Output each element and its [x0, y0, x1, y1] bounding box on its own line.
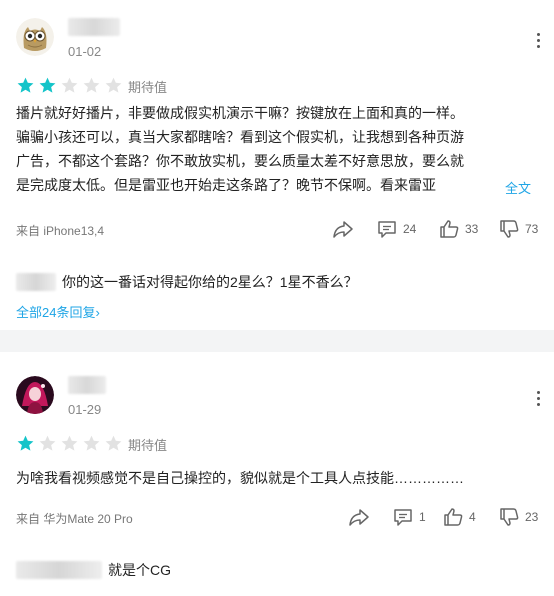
all-replies-link[interactable]: 全部24条回复›: [16, 302, 100, 321]
review-line: 骗骗小孩还可以，真当大家都瞎啥？看到这个假实机，让我想到各种页游: [16, 129, 464, 145]
comment-icon: [394, 509, 412, 526]
star-empty-icon: [83, 435, 100, 451]
review-card-1: 01-02 期待值 播片就好好播片，非要做成假实机演示干嘛？按键放在上面和真的一…: [0, 0, 554, 330]
expand-full-text-link[interactable]: 全文: [497, 178, 532, 197]
like-count: 4: [469, 510, 476, 524]
username-redacted[interactable]: [68, 18, 120, 36]
review-body[interactable]: 为啥我看视频感觉不是自己操控的，貌似就是个工具人点技能……………: [16, 466, 538, 490]
like-button[interactable]: 33: [438, 218, 478, 240]
like-count: 33: [465, 222, 479, 236]
username-redacted[interactable]: [68, 376, 106, 394]
star-empty-icon: [39, 435, 56, 451]
star-empty-icon: [83, 77, 100, 93]
review-line: 为啥我看视频感觉不是自己操控的，貌似就是个工具人点技能……………: [16, 470, 464, 486]
star-empty-icon: [105, 435, 122, 451]
all-replies-label: 全部24条回复: [16, 305, 96, 320]
card-separator: [0, 330, 554, 352]
dislike-count: 73: [525, 222, 539, 236]
more-options-button[interactable]: [528, 388, 548, 408]
thumb-up-icon: [440, 220, 459, 238]
review-date: 01-02: [68, 44, 102, 59]
star-rating: [16, 433, 126, 453]
star-rating: [16, 75, 126, 95]
reply-preview[interactable]: 你的这一番话对得起你给的2星么？1星不香么？: [16, 272, 358, 292]
reply-text: 你的这一番话对得起你给的2星么？1星不香么？: [62, 274, 358, 290]
star-empty-icon: [61, 77, 78, 93]
share-button[interactable]: [348, 506, 375, 528]
more-icon: [536, 32, 540, 36]
star-empty-icon: [61, 435, 78, 451]
star-filled-icon: [39, 77, 56, 93]
reply-author-redacted: [16, 273, 56, 291]
anime-avatar-icon: [16, 376, 54, 414]
star-filled-icon: [17, 77, 34, 93]
dislike-button[interactable]: 73: [498, 218, 538, 240]
thumb-down-icon: [500, 220, 519, 238]
comment-button[interactable]: 1: [392, 506, 426, 528]
user-avatar-anime[interactable]: [16, 376, 54, 414]
comment-icon: [378, 221, 396, 238]
text-fade: [458, 173, 498, 197]
dislike-count: 23: [525, 510, 539, 524]
rating-label: 期待值: [128, 438, 168, 453]
review-line: 播片就好好播片，非要做成假实机演示干嘛？按键放在上面和真的一样。: [16, 105, 464, 121]
device-label: 来自 iPhone13,4: [16, 224, 105, 238]
rating-label: 期待值: [128, 80, 168, 95]
user-avatar-owl[interactable]: [16, 18, 54, 56]
dislike-button[interactable]: 23: [498, 506, 538, 528]
review-card-2: 01-29 期待值 为啥我看视频感觉不是自己操控的，貌似就是个工具人点技能…………: [0, 352, 554, 596]
share-icon: [349, 509, 369, 526]
more-icon: [536, 390, 540, 394]
chevron-right-icon: ›: [95, 305, 100, 320]
more-options-button[interactable]: [528, 30, 548, 50]
reply-preview[interactable]: 就是个CG: [16, 560, 171, 580]
star-filled-icon: [17, 435, 34, 451]
reply-text: 就是个CG: [108, 562, 171, 578]
comment-count: 1: [419, 510, 426, 524]
share-button[interactable]: [332, 218, 359, 240]
star-empty-icon: [105, 77, 122, 93]
share-icon: [333, 221, 353, 238]
thumb-down-icon: [500, 508, 519, 526]
thumb-up-icon: [444, 508, 463, 526]
owl-avatar-icon: [16, 18, 54, 56]
comment-count: 24: [403, 222, 417, 236]
like-button[interactable]: 4: [442, 506, 476, 528]
comment-button[interactable]: 24: [376, 218, 416, 240]
review-date: 01-29: [68, 402, 102, 417]
device-label: 来自 华为Mate 20 Pro: [16, 512, 133, 526]
review-line: 广告，不都这个套路？你不敢放实机，要么质量太差不好意思放，要么就: [16, 153, 464, 169]
reply-author-redacted: [16, 561, 102, 579]
